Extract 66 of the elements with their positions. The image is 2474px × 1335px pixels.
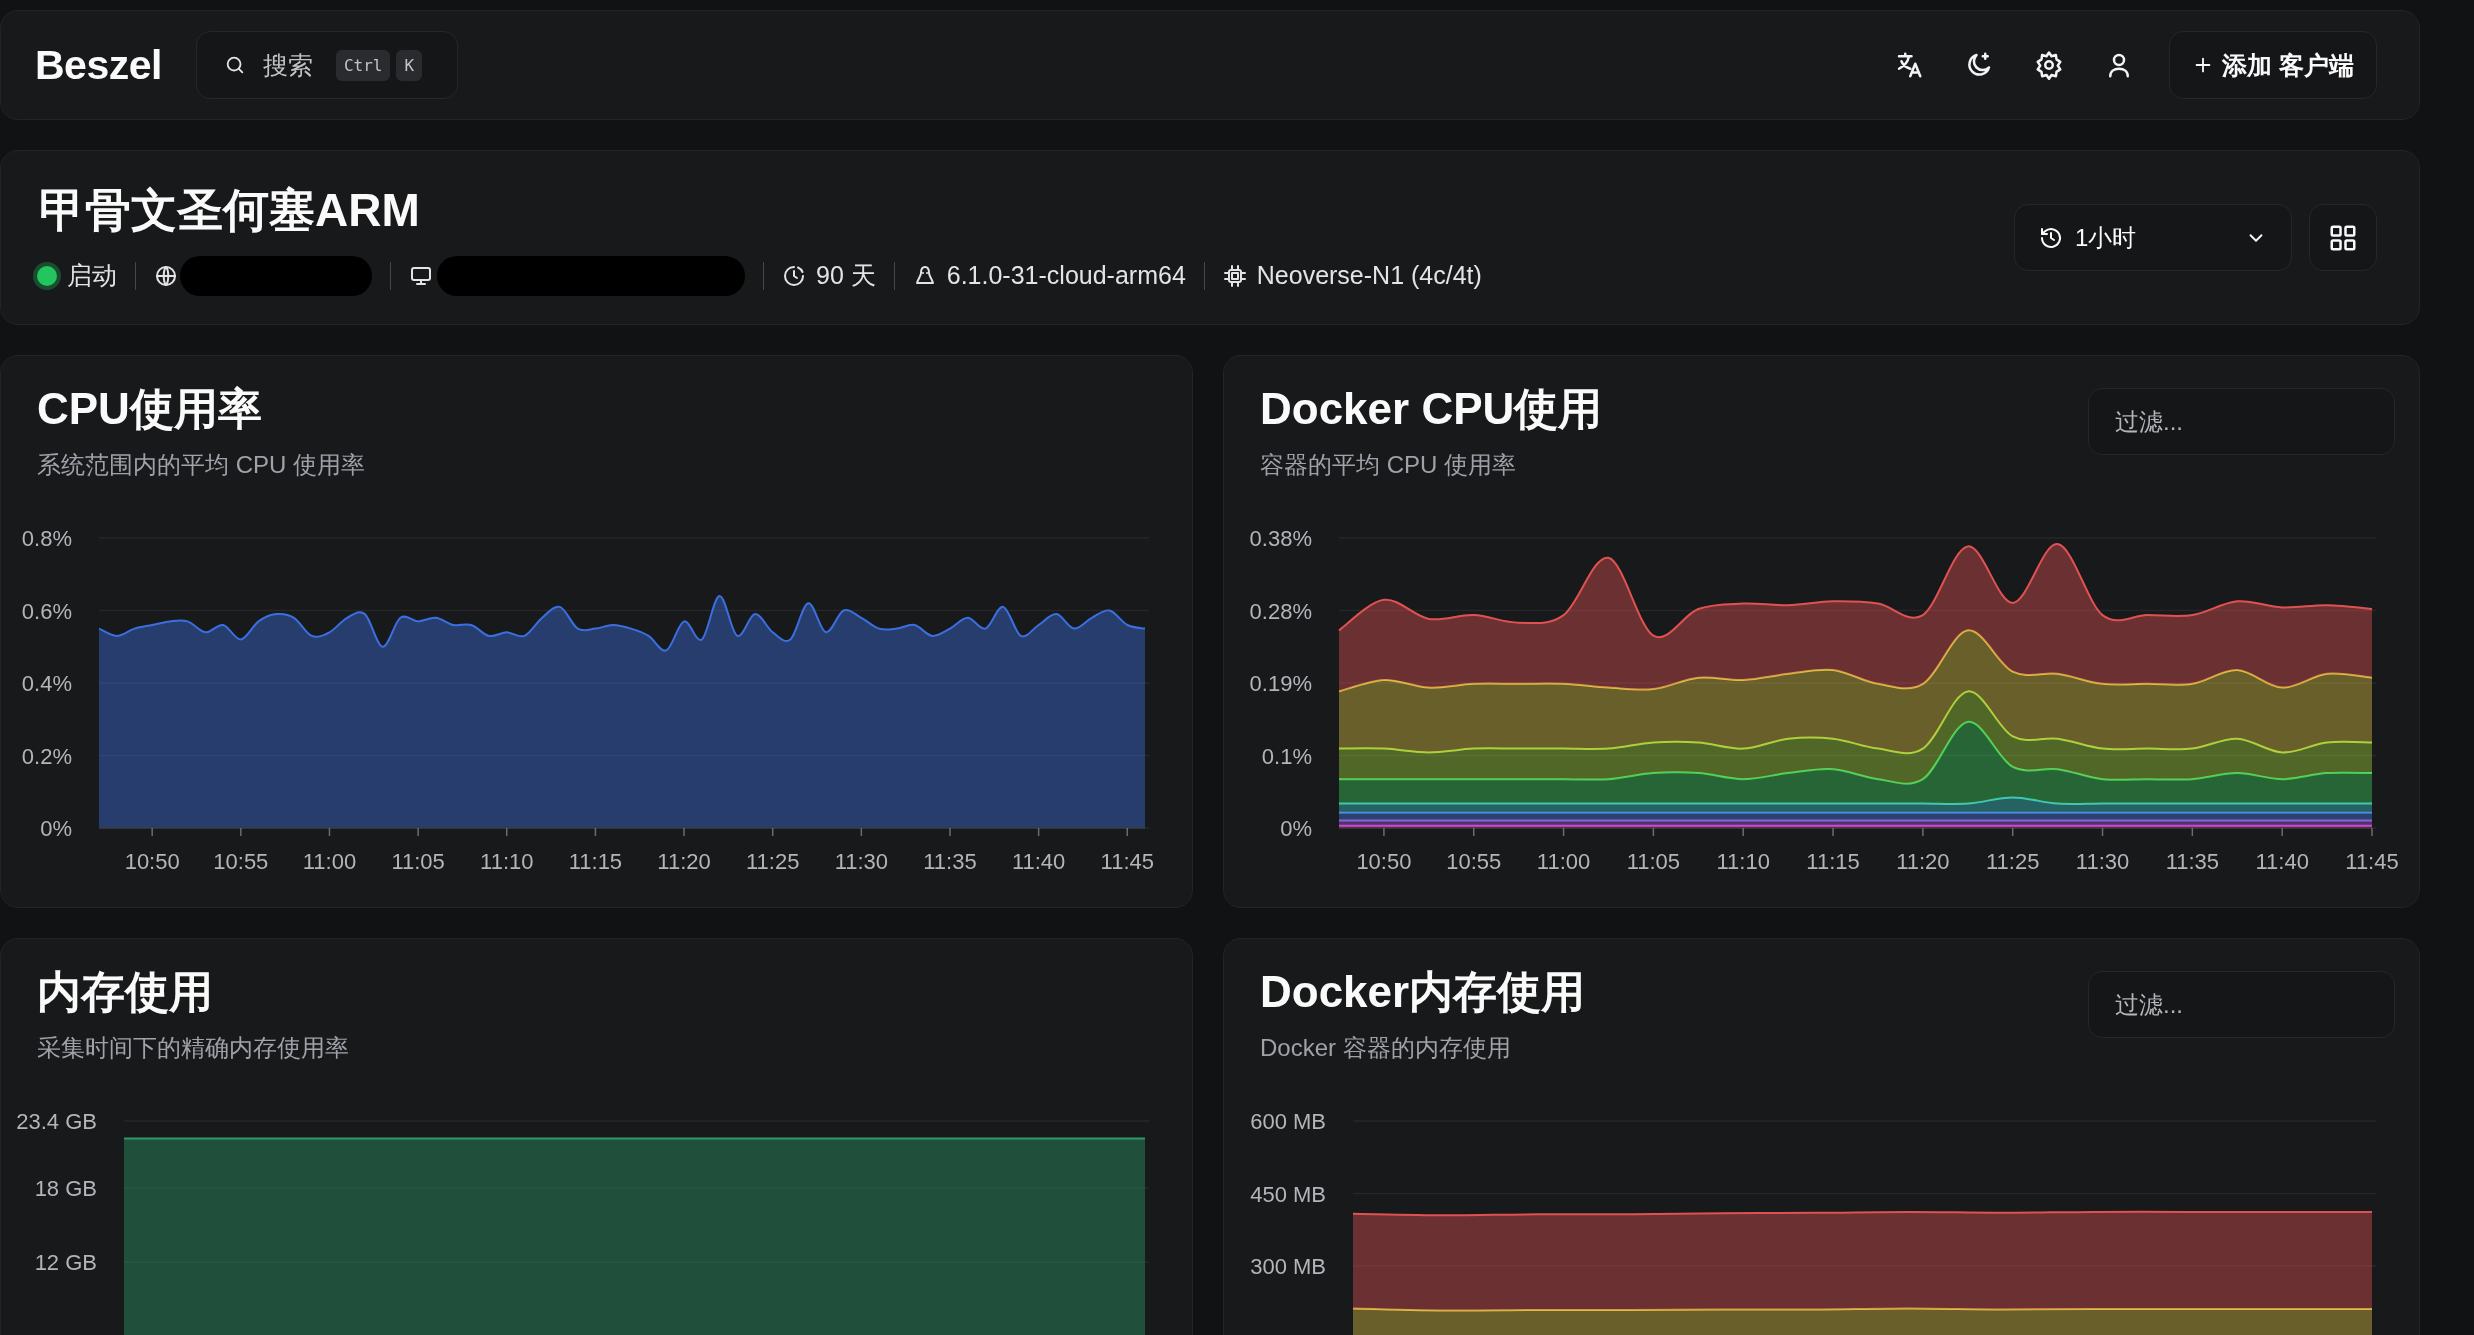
axis-label: 11:00: [1536, 849, 1591, 874]
axis-label: 0%: [40, 816, 72, 841]
axis-label: 11:05: [1626, 849, 1681, 874]
axis-label: 11:30: [2075, 849, 2130, 874]
time-range-select[interactable]: 1小时: [2014, 204, 2292, 271]
settings-icon: [2034, 50, 2065, 80]
filter-field[interactable]: 过滤...: [2088, 388, 2395, 455]
chart-subtitle: Docker 容器的内存使用: [1260, 1033, 1512, 1063]
chart-title: 内存使用: [37, 966, 214, 1018]
chart-subtitle: 系统范围内的平均 CPU 使用率: [37, 450, 366, 480]
axis-label: 0.4%: [21, 671, 72, 696]
layout-button[interactable]: [2309, 204, 2377, 271]
axis-label: 600 MB: [1250, 1109, 1326, 1134]
axis-label: 0.38%: [1249, 526, 1312, 551]
info-text: 启动: [67, 260, 117, 291]
chip-icon: [1222, 263, 1247, 288]
filter-field[interactable]: 过滤...: [2088, 971, 2395, 1038]
axis-label: 11:35: [2165, 849, 2220, 874]
axis-label: 11:05: [391, 849, 445, 874]
axis-label: 450 MB: [1250, 1181, 1326, 1207]
axis-label: 18 GB: [34, 1175, 97, 1201]
axis-label: 23.4 GB: [16, 1109, 97, 1134]
axis-label: 10:50: [124, 849, 180, 874]
axis-label: 11:45: [1100, 849, 1154, 874]
axis-label: 11:25: [1986, 849, 2040, 874]
axis-label: 10:50: [1356, 849, 1412, 874]
chart-title: Docker CPU使用: [1260, 383, 1604, 435]
axis-label: 10:55: [213, 849, 269, 874]
axis-label: 0.19%: [1249, 671, 1312, 696]
axis-label: 0.8%: [21, 526, 72, 551]
add-client-button[interactable]: 添加 客户端: [2169, 31, 2377, 99]
axis-label: 0.1%: [1261, 743, 1312, 769]
axis-label: 11:40: [2255, 849, 2309, 874]
shortcut-key: K: [396, 50, 423, 81]
axis-label: 0%: [1280, 816, 1312, 841]
axis-label: 11:20: [657, 849, 711, 874]
system-name: 甲骨文圣何塞ARM: [39, 182, 421, 238]
app-logo[interactable]: Beszel: [35, 41, 162, 89]
chart-subtitle: 容器的平均 CPU 使用率: [1260, 450, 1517, 480]
axis-label: 11:10: [480, 849, 534, 874]
chart-subtitle: 采集时间下的精确内存使用率: [37, 1033, 350, 1063]
axis-label: 11:40: [1011, 849, 1066, 874]
axis-label: 11:25: [746, 849, 800, 874]
axis-label: 11:10: [1716, 849, 1770, 874]
chart-title: Docker内存使用: [1260, 966, 1587, 1018]
info-text: 6.1.0-31-cloud-arm64: [946, 261, 1186, 290]
axis-label: 12 GB: [34, 1250, 97, 1276]
axis-label: 11:20: [1896, 849, 1950, 874]
axis-label: 11:45: [2345, 849, 2399, 874]
axis-label: 11:30: [834, 849, 889, 874]
axis-label: 0.6%: [21, 598, 72, 624]
axis-label: 11:15: [568, 849, 623, 874]
info-text: Neoverse-N1 (4c/4t): [1256, 261, 1482, 290]
axis-label: 11:00: [302, 849, 357, 874]
axis-label: 0.2%: [21, 743, 72, 769]
globe-icon: [154, 263, 178, 288]
shortcut-key: Ctrl: [335, 50, 391, 81]
clock-icon: [782, 263, 806, 288]
axis-label: 11:35: [923, 849, 977, 874]
axis-label: 11:15: [1806, 849, 1860, 874]
info-text: 90 天: [816, 260, 876, 291]
history-icon: [2039, 225, 2063, 250]
axis-label: 0.28%: [1249, 598, 1312, 624]
axis-label: 300 MB: [1250, 1254, 1326, 1279]
chart-title: CPU使用率: [37, 383, 263, 435]
axis-label: 10:55: [1446, 849, 1502, 874]
